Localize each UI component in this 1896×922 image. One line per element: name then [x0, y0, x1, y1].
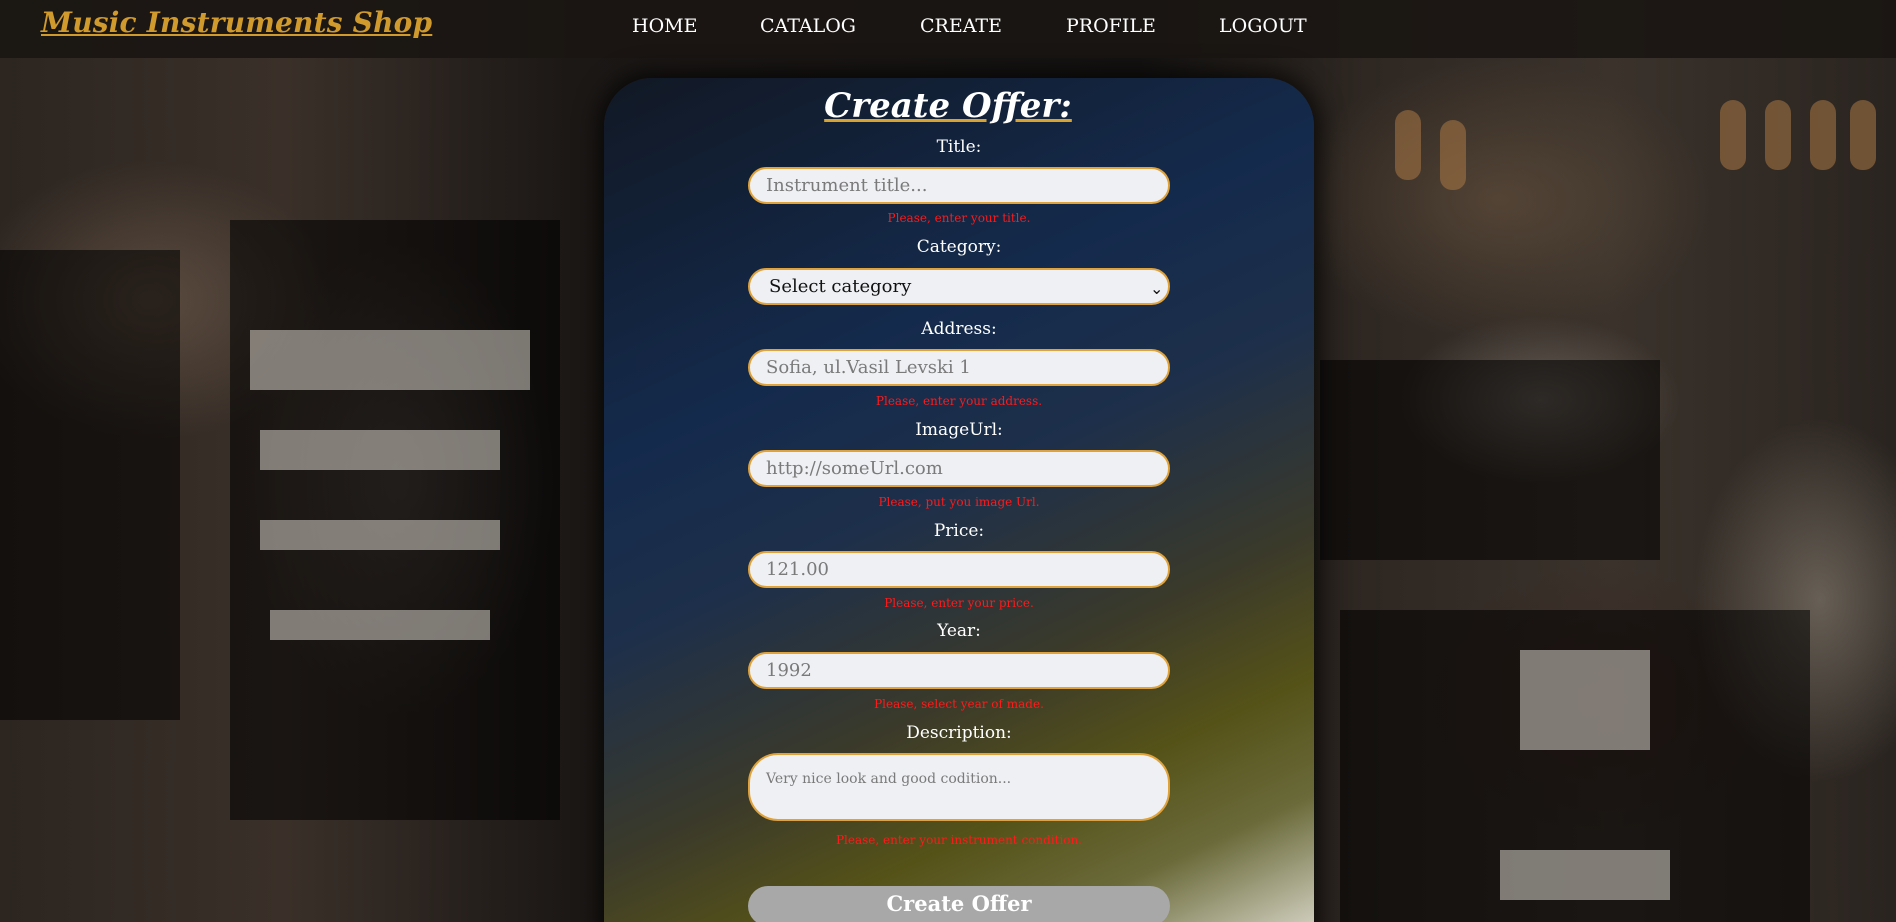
nav-home[interactable]: HOME: [632, 15, 697, 37]
price-error: Please, enter your price.: [884, 596, 1034, 610]
price-label: Price:: [933, 521, 985, 541]
description-label: Description:: [906, 723, 1012, 743]
nav-create[interactable]: CREATE: [920, 15, 1002, 37]
address-error: Please, enter your address.: [875, 394, 1043, 408]
year-label: Year:: [937, 621, 981, 641]
nav-logout[interactable]: LOGOUT: [1219, 15, 1307, 37]
nav-profile[interactable]: PROFILE: [1066, 15, 1156, 37]
nav-catalog[interactable]: CATALOG: [760, 15, 856, 37]
create-offer-button[interactable]: Create Offer: [748, 886, 1170, 922]
description-textarea[interactable]: [748, 753, 1170, 821]
description-error: Please, enter your instrument condition.: [835, 833, 1083, 847]
top-navbar: Music Instruments Shop HOME CATALOG CREA…: [0, 0, 1896, 58]
price-input[interactable]: [748, 551, 1170, 588]
title-label: Title:: [936, 137, 982, 157]
image-url-label: ImageUrl:: [915, 420, 1003, 440]
image-url-error: Please, put you image Url.: [878, 495, 1040, 509]
address-input[interactable]: [748, 349, 1170, 386]
year-error: Please, select year of made.: [874, 697, 1044, 711]
form-title: Create Offer:: [824, 86, 1072, 126]
logo-link[interactable]: Music Instruments Shop: [41, 6, 432, 39]
address-label: Address:: [921, 319, 997, 339]
title-input[interactable]: [748, 167, 1170, 204]
category-select[interactable]: Select category: [748, 268, 1170, 305]
year-input[interactable]: [748, 652, 1170, 689]
category-label: Category:: [916, 237, 1002, 257]
title-error: Please, enter your title.: [887, 211, 1031, 225]
image-url-input[interactable]: [748, 450, 1170, 487]
